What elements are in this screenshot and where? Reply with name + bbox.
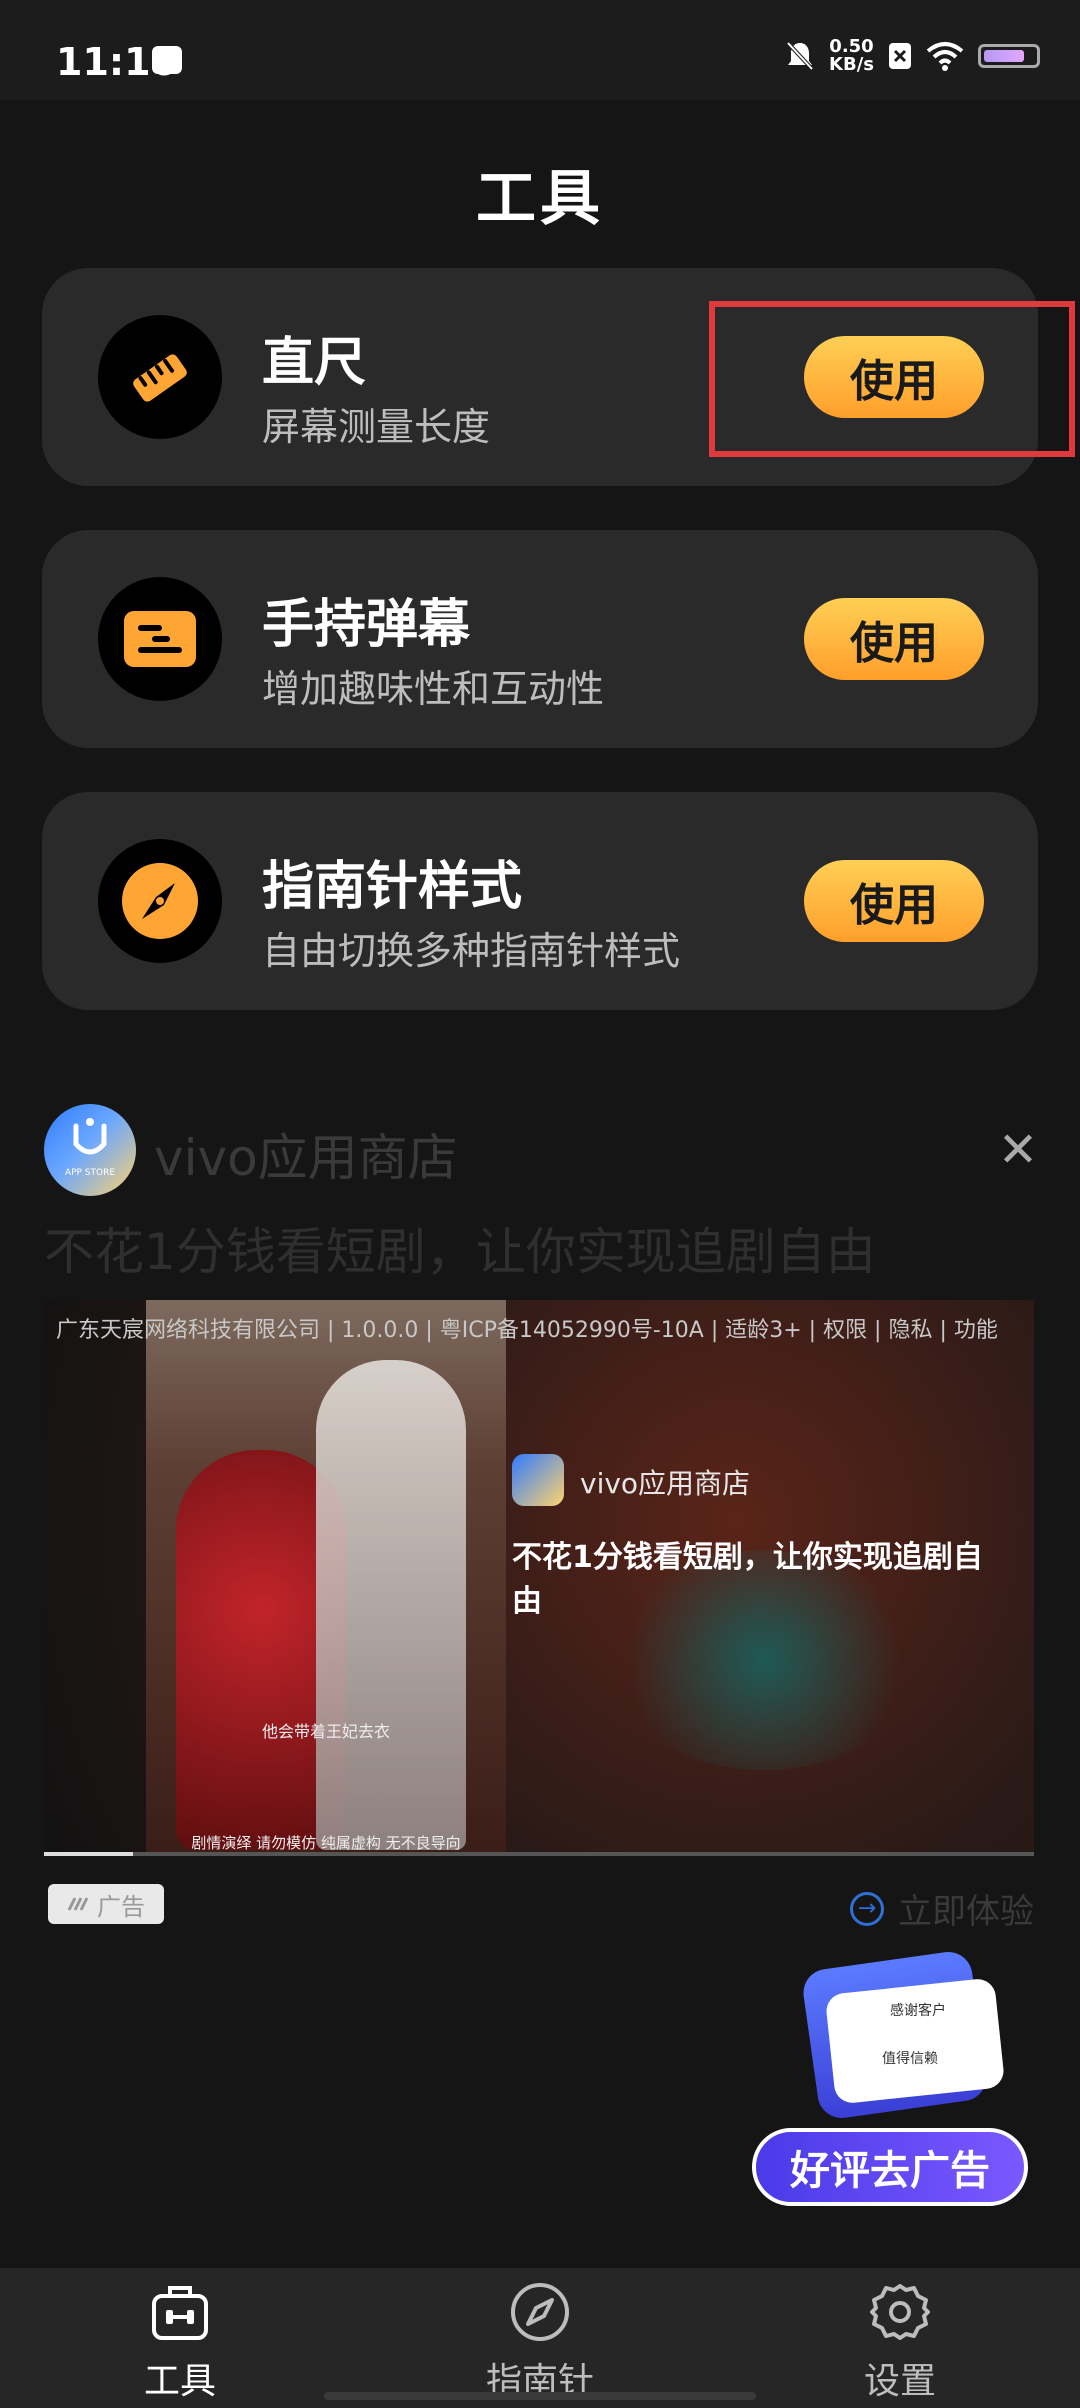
tool-title: 手持弹幕 — [262, 595, 471, 655]
poster-white-robe-figure — [316, 1360, 466, 1850]
ad-headline[interactable]: 不花1分钱看短剧，让你实现追剧自由 — [44, 1212, 876, 1284]
ad-legal-info[interactable]: 广东天宸网络科技有限公司 | 1.0.0.0 | 粤ICP备14052990号-… — [56, 1312, 998, 1344]
compass-nav-icon — [511, 2283, 569, 2341]
drama-poster-image: 他会带着王妃去衣 剧情演绎 请勿模仿 纯属虚构 无不良导向 — [146, 1300, 506, 1856]
ad-brand-name[interactable]: vivo应用商店 — [154, 1118, 458, 1190]
promo-label-1: 感谢客户 — [890, 2003, 946, 2019]
status-bar: 11:16 0.50 KB/s — [0, 0, 1080, 100]
poster-caption: 他会带着王妃去衣 — [261, 1722, 390, 1741]
close-icon[interactable]: ✕ — [992, 1124, 1044, 1176]
ad-badge: 广告 — [48, 1884, 164, 1924]
mute-bell-icon — [786, 41, 814, 71]
nav-tab-settings[interactable]: 设置 — [800, 2280, 1000, 2404]
nav-tab-tools[interactable]: 工具 — [80, 2280, 280, 2404]
app-store-logo[interactable]: APP STORE — [44, 1104, 136, 1196]
media-headline: 不花1分钱看短剧，让你实现追剧自由 — [512, 1540, 983, 1619]
tool-description: 增加趣味性和互动性 — [262, 667, 605, 711]
tool-description: 自由切换多种指南针样式 — [262, 929, 681, 973]
promo-label-2: 值得信赖 — [882, 2051, 938, 2067]
compass-use-button[interactable]: 使用 — [804, 860, 984, 942]
tool-card-danmaku: 手持弹幕 增加趣味性和互动性 使用 — [42, 530, 1038, 748]
video-progress-fill — [44, 1852, 134, 1856]
page-title: 工具 — [476, 164, 604, 234]
compass-icon — [98, 839, 222, 963]
review-card-illustration — [824, 1977, 1006, 2105]
promo-illustration[interactable]: 感谢客户 值得信赖 — [790, 1948, 1010, 2122]
video-progress-bar — [44, 1852, 1034, 1856]
network-speed-unit: KB/s — [829, 54, 874, 75]
tool-description: 屏幕测量长度 — [262, 405, 491, 449]
network-speed: 0.50 KB/s — [829, 38, 874, 74]
settings-gear-icon — [870, 2284, 930, 2340]
battery-icon — [978, 44, 1040, 68]
battery-level — [984, 50, 1024, 62]
media-brand-name: vivo应用商店 — [580, 1467, 751, 1500]
danmaku-use-button[interactable]: 使用 — [804, 598, 984, 680]
highlight-box — [709, 301, 1075, 457]
ad-badge-label: 广告 — [97, 1892, 145, 1921]
media-app-store-logo — [512, 1454, 564, 1506]
tool-card-compass: 指南针样式 自由切换多种指南针样式 使用 — [42, 792, 1038, 1010]
ad-video[interactable]: 他会带着王妃去衣 剧情演绎 请勿模仿 纯属虚构 无不良导向 广东天宸网络科技有限… — [44, 1300, 1034, 1856]
toolbox-icon — [152, 2286, 208, 2340]
ruler-icon — [98, 315, 222, 439]
nav-tab-compass[interactable]: 指南针 — [440, 2280, 640, 2404]
nav-tab-label: 工具 — [143, 2361, 216, 2402]
ad-network-icon — [67, 1897, 89, 1911]
app-store-logo-text: APP STORE — [64, 1168, 116, 1178]
message-notification-icon — [152, 46, 182, 74]
status-icons: 0.50 KB/s — [785, 38, 1040, 74]
try-now-label: 立即体验 — [898, 1892, 1034, 1932]
sim-blocked-icon — [889, 43, 911, 69]
remove-ads-button[interactable]: 好评去广告 — [752, 2128, 1028, 2206]
poster-disclaimer: 剧情演绎 请勿模仿 纯属虚构 无不良导向 — [191, 1834, 461, 1852]
danmaku-icon — [98, 577, 222, 701]
arrow-right-circle-icon: → — [850, 1891, 884, 1926]
nav-tab-label: 设置 — [863, 2361, 936, 2402]
home-indicator[interactable] — [324, 2392, 756, 2400]
wifi-icon — [926, 42, 964, 71]
try-now-link[interactable]: → 立即体验 — [850, 1884, 1034, 1933]
tool-title: 指南针样式 — [262, 857, 523, 917]
tool-title: 直尺 — [262, 333, 367, 393]
bottom-navigation: 工具 指南针 设置 — [0, 2268, 1080, 2408]
